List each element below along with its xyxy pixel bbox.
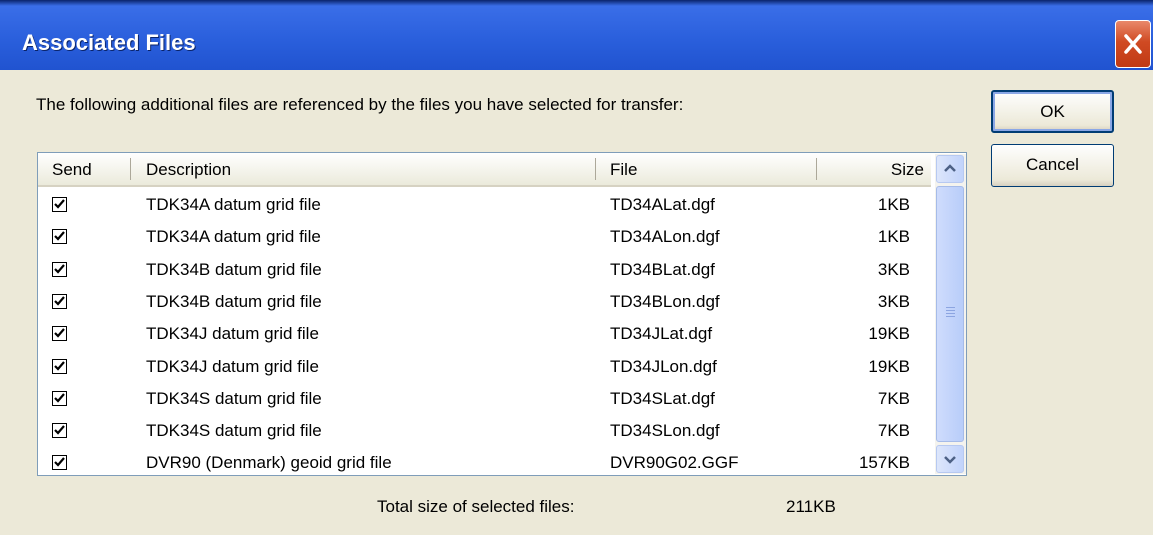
column-divider[interactable]: [130, 158, 131, 180]
send-checkbox[interactable]: [52, 293, 67, 309]
row-size: 19KB: [868, 324, 910, 344]
checkmark-icon: [54, 231, 65, 241]
list-header: Send Description File Size: [38, 153, 931, 187]
row-description: TDK34B datum grid file: [146, 259, 322, 279]
send-checkbox[interactable]: [52, 423, 67, 439]
row-size: 7KB: [877, 421, 910, 441]
row-file: DVR90G02.GGF: [610, 453, 739, 473]
column-header-file[interactable]: File: [610, 153, 637, 185]
row-description: TDK34B datum grid file: [146, 291, 322, 311]
table-row[interactable]: TDK34A datum grid file TD34ALon.dgf 1KB: [38, 221, 931, 253]
window-title: Associated Files: [22, 30, 196, 55]
scroll-down-button[interactable]: [936, 445, 964, 473]
row-size: 7KB: [877, 388, 910, 408]
table-row[interactable]: TDK34J datum grid file TD34JLat.dgf 19KB: [38, 318, 931, 350]
table-row[interactable]: TDK34S datum grid file TD34SLat.dgf 7KB: [38, 383, 931, 415]
intro-text: The following additional files are refer…: [36, 95, 684, 114]
row-description: TDK34J datum grid file: [146, 324, 319, 344]
table-row[interactable]: TDK34S datum grid file TD34SLon.dgf 7KB: [38, 415, 931, 447]
table-row[interactable]: TDK34B datum grid file TD34BLat.dgf 3KB: [38, 254, 931, 286]
row-description: TDK34A datum grid file: [146, 195, 321, 214]
grip-icon: [946, 307, 955, 319]
row-size: 157KB: [858, 453, 910, 473]
row-file: TD34SLat.dgf: [610, 388, 715, 408]
checkmark-icon: [54, 425, 65, 435]
row-size: 19KB: [868, 356, 910, 376]
row-description: TDK34A datum grid file: [146, 227, 321, 247]
send-checkbox[interactable]: [52, 197, 67, 212]
send-checkbox[interactable]: [52, 261, 67, 277]
checkmark-icon: [54, 393, 65, 403]
checkmark-icon: [54, 199, 65, 209]
table-row[interactable]: DVR90 (Denmark) geoid grid file DVR90G02.…: [38, 447, 931, 479]
column-header-size[interactable]: Size: [828, 153, 924, 185]
checkmark-icon: [54, 457, 65, 468]
column-header-send[interactable]: Send: [52, 153, 92, 185]
row-description: DVR90 (Denmark) geoid grid file: [146, 453, 392, 473]
table-row[interactable]: TDK34J datum grid file TD34JLon.dgf 19KB: [38, 351, 931, 383]
row-description: TDK34J datum grid file: [146, 356, 319, 376]
vertical-scrollbar[interactable]: [935, 154, 966, 474]
row-file: TD34SLon.dgf: [610, 421, 720, 441]
row-file: TD34JLon.dgf: [610, 356, 717, 376]
close-button[interactable]: [1115, 20, 1151, 68]
row-file: TD34BLon.dgf: [610, 291, 720, 311]
chevron-up-icon: [944, 164, 956, 172]
cancel-button[interactable]: Cancel: [991, 144, 1114, 187]
checkmark-icon: [54, 360, 65, 371]
close-icon: [1124, 34, 1142, 54]
row-description: TDK34S datum grid file: [146, 388, 322, 408]
column-divider[interactable]: [816, 158, 817, 180]
send-checkbox[interactable]: [52, 326, 67, 342]
column-divider[interactable]: [595, 158, 596, 180]
column-header-description[interactable]: Description: [146, 153, 231, 185]
row-size: 1KB: [877, 227, 910, 247]
ok-button[interactable]: OK: [991, 90, 1114, 133]
row-description: TDK34S datum grid file: [146, 421, 322, 441]
row-file: TD34JLat.dgf: [610, 324, 713, 344]
send-checkbox[interactable]: [52, 390, 67, 406]
checkmark-icon: [54, 328, 65, 338]
total-size-value: 211KB: [786, 497, 836, 516]
total-size-label: Total size of selected files:: [377, 497, 575, 516]
checkmark-icon: [54, 296, 65, 306]
table-row[interactable]: TDK34B datum grid file TD34BLon.dgf 3KB: [38, 286, 931, 318]
row-file: TD34ALat.dgf: [610, 195, 715, 214]
table-row[interactable]: TDK34A datum grid file TD34ALat.dgf 1KB: [38, 189, 931, 221]
scroll-up-button[interactable]: [936, 155, 964, 183]
row-size: 1KB: [877, 195, 910, 214]
row-file: TD34BLat.dgf: [610, 259, 715, 279]
send-checkbox[interactable]: [52, 358, 67, 374]
files-list[interactable]: Send Description File Size TDK34A datum …: [37, 152, 967, 476]
row-size: 3KB: [877, 291, 910, 311]
row-size: 3KB: [877, 259, 910, 279]
chevron-down-icon: [944, 456, 956, 464]
scroll-thumb[interactable]: [936, 186, 964, 442]
checkmark-icon: [54, 263, 65, 274]
send-checkbox[interactable]: [52, 229, 67, 245]
send-checkbox[interactable]: [52, 455, 67, 471]
row-file: TD34ALon.dgf: [610, 227, 720, 247]
